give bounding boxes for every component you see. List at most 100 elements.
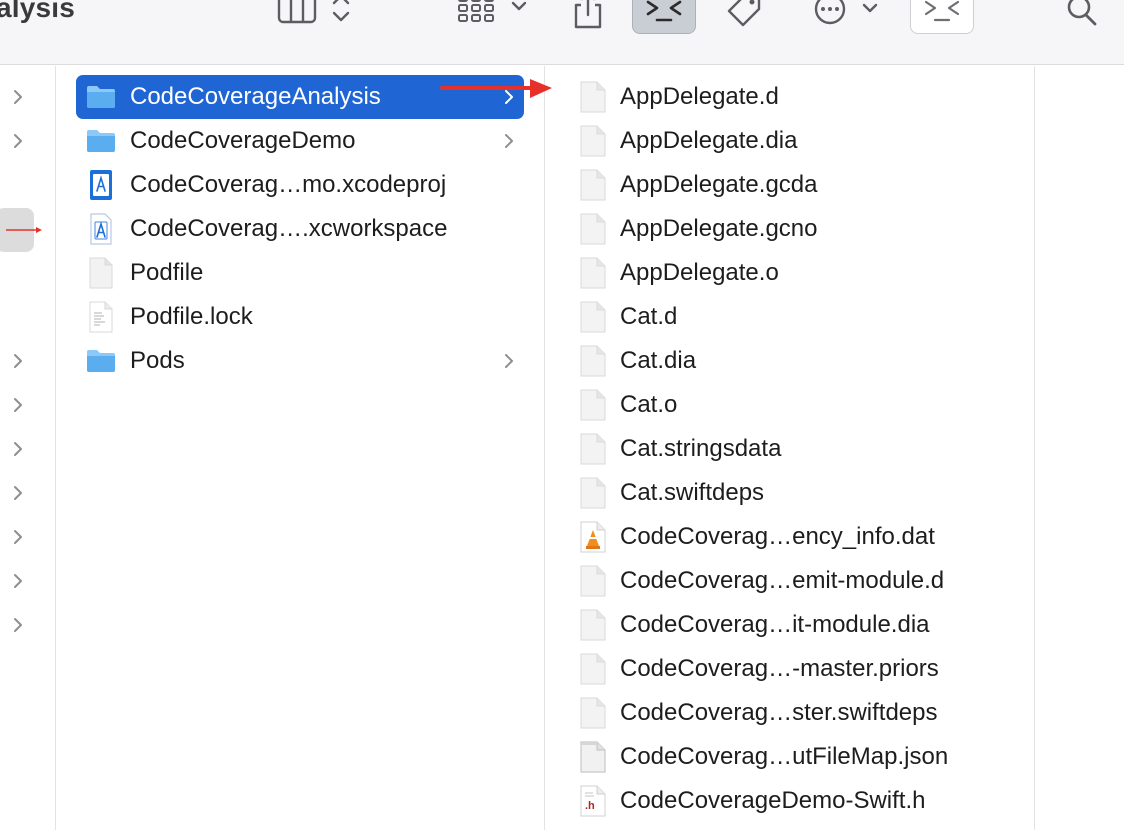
json-document-icon	[578, 739, 608, 775]
middle-column: CodeCoverageAnalysis CodeCoverageDemo Co…	[56, 66, 545, 830]
terminal-secondary-button[interactable]	[910, 0, 974, 34]
toolbar: alysis	[0, 0, 1124, 65]
item-label: CodeCoverag…mo.xcodeproj	[130, 171, 447, 198]
file-list-item[interactable]: AppDelegate.gcda	[578, 163, 1018, 207]
file-list-item[interactable]: CodeCoverag…ency_info.dat	[578, 515, 1018, 559]
document-icon	[578, 563, 608, 599]
list-item-xcodeproj[interactable]: CodeCoverag…mo.xcodeproj	[76, 163, 524, 207]
file-list-item[interactable]: AppDelegate.d	[578, 75, 1018, 119]
item-label: CodeCoverageDemo	[130, 127, 356, 154]
next-column	[1036, 66, 1124, 830]
text-document-icon	[86, 299, 116, 335]
tags-button[interactable]	[722, 0, 768, 34]
chevron-right-icon[interactable]	[10, 437, 26, 461]
group-by-button[interactable]	[450, 0, 536, 34]
file-name: AppDelegate.d	[620, 83, 779, 110]
vlc-document-icon	[578, 519, 608, 555]
file-list-item[interactable]: Cat.dia	[578, 339, 1018, 383]
chevron-right-icon[interactable]	[10, 569, 26, 593]
folder-icon	[86, 79, 116, 115]
document-icon	[578, 343, 608, 379]
chevron-right-icon[interactable]	[10, 85, 26, 109]
terminal-icon	[918, 0, 966, 26]
item-label: CodeCoverageAnalysis	[130, 83, 381, 110]
file-list-item[interactable]: AppDelegate.o	[578, 251, 1018, 295]
file-list-item[interactable]: CodeCoverag…-master.priors	[578, 647, 1018, 691]
ellipsis-circle-icon	[808, 0, 884, 29]
file-name: AppDelegate.gcda	[620, 171, 818, 198]
more-actions-button[interactable]	[806, 0, 886, 34]
column-view-icon	[271, 0, 355, 29]
file-list-item[interactable]: AppDelegate.gcno	[578, 207, 1018, 251]
chevron-right-icon	[502, 350, 516, 372]
file-list-column: AppDelegate.d AppDelegate.dia AppDelegate.…	[546, 66, 1035, 830]
item-label: Pods	[130, 347, 185, 374]
document-icon	[578, 651, 608, 687]
file-name: AppDelegate.o	[620, 259, 779, 286]
xcworkspace-icon	[86, 211, 116, 247]
folder-icon	[86, 343, 116, 379]
chevron-right-icon[interactable]	[10, 525, 26, 549]
file-name: CodeCoverag…utFileMap.json	[620, 743, 949, 770]
file-list-item[interactable]: CodeCoverag…emit-module.d	[578, 559, 1018, 603]
file-name: AppDelegate.dia	[620, 127, 798, 154]
file-list-item[interactable]: Cat.d	[578, 295, 1018, 339]
item-label: CodeCoverag….xcworkspace	[130, 215, 448, 242]
file-name: Cat.swiftdeps	[620, 479, 765, 506]
file-name: AppDelegate.gcno	[620, 215, 818, 242]
list-item-pods[interactable]: Pods	[76, 339, 524, 383]
chevron-right-icon[interactable]	[10, 613, 26, 637]
file-name: CodeCoverag…ency_info.dat	[620, 523, 935, 550]
document-icon	[578, 79, 608, 115]
file-list-item[interactable]: Cat.stringsdata	[578, 427, 1018, 471]
chevron-right-icon[interactable]	[10, 349, 26, 373]
file-name: CodeCoverag…-master.priors	[620, 655, 939, 682]
file-name: Cat.stringsdata	[620, 435, 782, 462]
chevron-right-icon	[502, 130, 516, 152]
search-icon	[1064, 0, 1100, 29]
file-name: CodeCoverageDemo-Swift.h	[620, 787, 926, 814]
document-icon	[578, 123, 608, 159]
file-list-item[interactable]: CodeCoverag…ster.swiftdeps	[578, 691, 1018, 735]
file-name: CodeCoverag…ster.swiftdeps	[620, 699, 938, 726]
file-list-item[interactable]: CodeCoverag…it-module.dia	[578, 603, 1018, 647]
document-icon	[578, 607, 608, 643]
list-item-codecoveragedemo[interactable]: CodeCoverageDemo	[76, 119, 524, 163]
grid-group-icon	[451, 0, 535, 29]
chevron-right-icon[interactable]	[10, 481, 26, 505]
xcodeproj-icon	[86, 167, 116, 203]
window-title: alysis	[0, 0, 76, 23]
header-badge: .h	[585, 800, 595, 812]
file-name: Cat.o	[620, 391, 678, 418]
document-icon	[578, 299, 608, 335]
terminal-icon	[640, 0, 688, 26]
annotation-arrow-small	[6, 227, 42, 233]
list-item-podfile[interactable]: Podfile	[76, 251, 524, 295]
file-list-item[interactable]: CodeCoverag…utFileMap.json	[578, 735, 1018, 779]
list-item-xcworkspace[interactable]: CodeCoverag….xcworkspace	[76, 207, 524, 251]
file-name: Cat.dia	[620, 347, 697, 374]
folder-icon	[86, 123, 116, 159]
file-name: CodeCoverag…emit-module.d	[620, 567, 945, 594]
share-icon	[570, 0, 606, 31]
item-label: Podfile.lock	[130, 303, 253, 330]
annotation-arrow	[440, 79, 552, 98]
list-item-podfile-lock[interactable]: Podfile.lock	[76, 295, 524, 339]
terminal-active-button[interactable]	[632, 0, 696, 34]
document-icon	[578, 255, 608, 291]
tag-icon	[725, 0, 765, 31]
chevron-right-icon[interactable]	[10, 393, 26, 417]
document-icon	[578, 475, 608, 511]
file-list-item[interactable]: Cat.o	[578, 383, 1018, 427]
file-name: Cat.d	[620, 303, 678, 330]
share-button[interactable]	[566, 0, 610, 34]
file-list-item[interactable]: AppDelegate.dia	[578, 119, 1018, 163]
chevron-right-icon[interactable]	[10, 129, 26, 153]
document-icon	[578, 431, 608, 467]
search-button[interactable]	[1060, 0, 1104, 34]
view-columns-button[interactable]	[268, 0, 358, 34]
file-list-item[interactable]: Cat.swiftdeps	[578, 471, 1018, 515]
document-icon	[578, 167, 608, 203]
file-list-item[interactable]: .h CodeCoverageDemo-Swift.h	[578, 779, 1018, 823]
file-name: CodeCoverag…it-module.dia	[620, 611, 930, 638]
